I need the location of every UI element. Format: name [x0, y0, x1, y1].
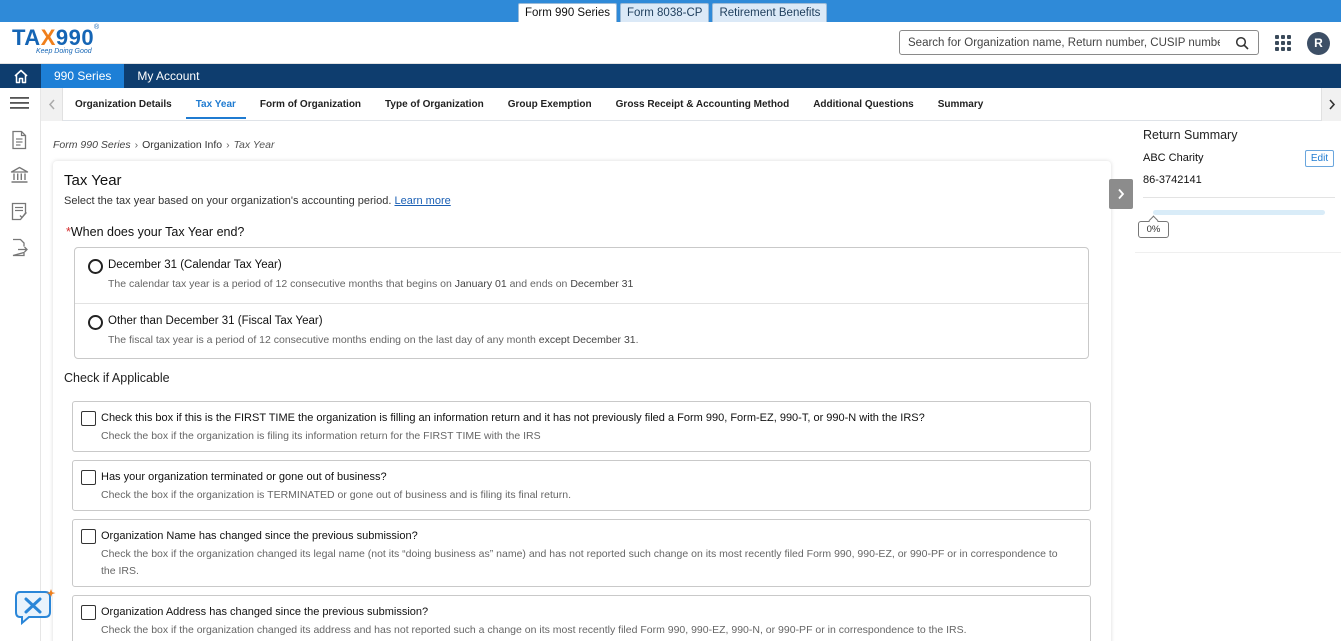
checkbox-name-changed[interactable] — [81, 529, 96, 544]
left-rail — [0, 88, 41, 641]
logo-text-a: TA — [12, 25, 41, 50]
breadcrumb-separator: › — [134, 139, 139, 151]
hamburger-menu-icon[interactable] — [10, 96, 29, 113]
product-tabs: Form 990 Series Form 8038-CP Retirement … — [518, 3, 828, 22]
radio-fiscal-year[interactable] — [88, 315, 103, 330]
main-nav: 990 Series My Account — [0, 64, 1341, 88]
file-export-icon[interactable] — [10, 238, 29, 260]
check-first-time[interactable]: Check this box if this is the FIRST TIME… — [72, 401, 1091, 452]
tab-tax-year[interactable]: Tax Year — [184, 88, 248, 121]
option-desc-text: The calendar tax year is a period of 12 … — [108, 278, 455, 290]
tab-summary[interactable]: Summary — [926, 88, 996, 121]
chevron-right-icon — [1328, 99, 1335, 110]
sub-tabs: Organization Details Tax Year Form of Or… — [63, 88, 995, 121]
home-icon[interactable] — [0, 64, 41, 88]
chat-assistant-icon[interactable] — [15, 588, 57, 626]
sub-nav-prev-button[interactable] — [41, 88, 63, 121]
option-calendar-year[interactable]: December 31 (Calendar Tax Year) The cale… — [75, 248, 1088, 304]
checkbox-address-changed[interactable] — [81, 605, 96, 620]
check-address-changed[interactable]: Organization Address has changed since t… — [72, 595, 1091, 641]
check-title: Check this box if this is the FIRST TIME… — [101, 412, 925, 424]
option-desc-text: The fiscal tax year is a period of 12 co… — [108, 334, 539, 346]
tax-year-question: *When does your Tax Year end? — [66, 225, 244, 239]
edit-button[interactable]: Edit — [1305, 150, 1334, 167]
radio-calendar-year[interactable] — [88, 259, 103, 274]
check-title: Organization Address has changed since t… — [101, 606, 429, 618]
sub-nav-next-button[interactable] — [1321, 88, 1341, 121]
tab-organization-details[interactable]: Organization Details — [63, 88, 184, 121]
learn-more-link[interactable]: Learn more — [394, 195, 450, 207]
option-title: Other than December 31 (Fiscal Tax Year) — [108, 315, 323, 327]
logo-text-x: X — [40, 25, 56, 50]
option-title: December 31 (Calendar Tax Year) — [108, 259, 282, 271]
divider — [1143, 197, 1335, 198]
page-subtitle: Select the tax year based on your organi… — [64, 195, 451, 207]
sub-nav: Organization Details Tax Year Form of Or… — [41, 88, 1341, 121]
option-desc-text: and ends on — [506, 278, 571, 290]
check-if-applicable-heading: Check if Applicable — [64, 371, 170, 385]
document-icon[interactable] — [10, 130, 29, 153]
check-title: Organization Name has changed since the … — [101, 530, 418, 542]
logo-wordmark: TAX990 — [12, 26, 94, 50]
return-progress-bar — [1153, 210, 1325, 215]
check-description: Check the box if the organization is fil… — [101, 430, 541, 442]
nav-my-account[interactable]: My Account — [124, 64, 212, 88]
check-description: Check the box if the organization is TER… — [101, 489, 572, 501]
breadcrumb: Form 990 Series › Organization Info › Tax Ye… — [53, 139, 274, 151]
tab-additional-questions[interactable]: Additional Questions — [801, 88, 926, 121]
tax-year-options: December 31 (Calendar Tax Year) The cale… — [74, 247, 1089, 359]
search-input[interactable] — [900, 31, 1220, 54]
divider — [1135, 252, 1341, 253]
option-desc-emphasis: January 01 — [454, 278, 507, 290]
app-header: TAX990 ® Keep Doing Good R — [0, 22, 1341, 64]
option-description: The fiscal tax year is a period of 12 co… — [108, 334, 639, 346]
checkbox-first-time[interactable] — [81, 411, 96, 426]
breadcrumb-form-990-series[interactable]: Form 990 Series — [53, 139, 131, 151]
tax990-logo[interactable]: TAX990 ® Keep Doing Good — [12, 24, 99, 55]
product-tab-form-8038cp[interactable]: Form 8038-CP — [620, 3, 710, 22]
breadcrumb-organization-info[interactable]: Organization Info — [142, 139, 222, 151]
bank-icon[interactable] — [10, 166, 29, 187]
check-description: Check the box if the organization change… — [101, 624, 967, 636]
tab-gross-receipt[interactable]: Gross Receipt & Accounting Method — [604, 88, 802, 121]
product-tab-strip: Form 990 Series Form 8038-CP Retirement … — [0, 0, 1341, 22]
nav-990-series[interactable]: 990 Series — [41, 64, 125, 88]
apps-grid-icon[interactable] — [1275, 35, 1291, 51]
tax-year-question-text: When does your Tax Year end? — [70, 225, 245, 239]
option-fiscal-year[interactable]: Other than December 31 (Fiscal Tax Year)… — [75, 304, 1088, 360]
tab-form-of-organization[interactable]: Form of Organization — [248, 88, 373, 121]
breadcrumb-current: Tax Year — [233, 139, 275, 151]
tab-group-exemption[interactable]: Group Exemption — [496, 88, 604, 121]
page-title: Tax Year — [64, 172, 122, 189]
global-search — [899, 30, 1259, 55]
chevron-right-icon — [1118, 188, 1125, 200]
check-description: Check the box if the organization change… — [101, 548, 1058, 577]
check-name-changed[interactable]: Organization Name has changed since the … — [72, 519, 1091, 587]
option-desc-text: . — [635, 334, 639, 346]
logo-text-b: 990 — [55, 25, 95, 50]
logo-registered-mark: ® — [94, 24, 100, 31]
check-title: Has your organization terminated or gone… — [101, 471, 387, 483]
breadcrumb-separator: › — [226, 139, 230, 151]
tab-type-of-organization[interactable]: Type of Organization — [373, 88, 496, 121]
return-summary-org-name: ABC Charity — [1143, 152, 1204, 164]
checklist-icon[interactable] — [10, 202, 29, 224]
summary-panel-toggle[interactable] — [1109, 179, 1133, 209]
product-tab-form-990[interactable]: Form 990 Series — [518, 3, 618, 22]
return-summary-ein: 86-3742141 — [1143, 174, 1202, 186]
option-description: The calendar tax year is a period of 12 … — [108, 278, 633, 290]
return-summary-title: Return Summary — [1143, 128, 1238, 142]
option-desc-emphasis: December 31 — [570, 278, 634, 290]
return-progress-label: 0% — [1138, 221, 1169, 238]
tax-year-card: Tax Year Select the tax year based on yo… — [53, 161, 1111, 641]
logo-tagline: Keep Doing Good — [36, 48, 92, 55]
checkbox-terminated[interactable] — [81, 470, 96, 485]
page-subtitle-text: Select the tax year based on your organi… — [64, 195, 392, 207]
search-icon[interactable] — [1235, 36, 1249, 53]
product-tab-retirement[interactable]: Retirement Benefits — [712, 3, 828, 22]
option-desc-emphasis: except December 31 — [538, 334, 636, 346]
user-avatar[interactable]: R — [1307, 32, 1330, 55]
check-terminated[interactable]: Has your organization terminated or gone… — [72, 460, 1091, 511]
chevron-left-icon — [48, 99, 55, 110]
